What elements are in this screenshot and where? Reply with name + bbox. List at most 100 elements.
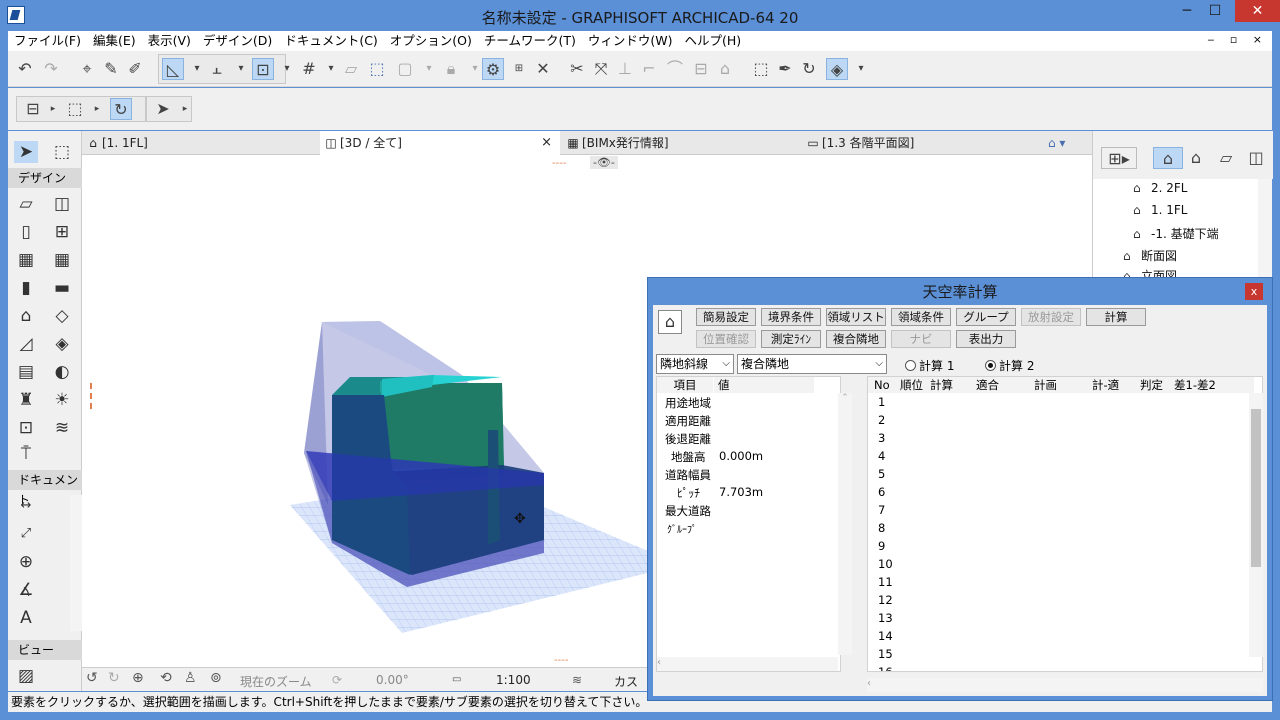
figure-tool-icon[interactable]: ▨: [14, 665, 38, 687]
list-item[interactable]: ｸﾞﾙｰﾌﾟ: [667, 521, 697, 536]
curtain-wall-icon[interactable]: ◫: [50, 193, 74, 215]
list-item[interactable]: 最大道路: [665, 503, 711, 519]
beam-tool-icon[interactable]: ▬: [50, 277, 74, 299]
list-item[interactable]: ﾋﾟｯﾁ: [677, 485, 700, 501]
table-row[interactable]: 7: [878, 503, 885, 517]
wall-mode-icon[interactable]: ⊟: [22, 98, 44, 120]
dimension-tool-icon[interactable]: ↔: [14, 495, 38, 517]
table-output-button[interactable]: 表出力: [956, 330, 1016, 348]
redo-view-icon[interactable]: ↻: [108, 670, 120, 686]
slab-tool-icon[interactable]: ◇: [50, 305, 74, 327]
undo-icon[interactable]: ↶: [14, 58, 36, 80]
mesh-tool-icon[interactable]: ◈: [50, 333, 74, 355]
angle-value[interactable]: 0.00°: [376, 673, 409, 687]
menu-edit[interactable]: 編集(E): [87, 31, 142, 51]
table-row[interactable]: 10: [878, 557, 893, 571]
extend-icon[interactable]: ⊥: [614, 58, 636, 80]
calculate-button[interactable]: 計算: [1086, 308, 1146, 326]
fillet-icon[interactable]: ⌒: [664, 58, 686, 80]
railing-tool-icon[interactable]: ≋: [50, 417, 74, 439]
menu-options[interactable]: オプション(O): [384, 31, 478, 51]
table-row[interactable]: 11: [878, 575, 893, 589]
neighbor-type-select[interactable]: 複合隣地 ⌵: [737, 354, 887, 374]
scale-value[interactable]: 1:100: [496, 673, 531, 687]
lamp-tool-icon[interactable]: ☀: [50, 389, 74, 411]
level-dimension-icon[interactable]: ⤢: [14, 523, 38, 545]
table-row[interactable]: 2: [878, 413, 885, 427]
corner-icon[interactable]: ⌐: [638, 58, 660, 80]
table-row[interactable]: 13: [878, 611, 893, 625]
tab-close-icon[interactable]: ×: [541, 131, 552, 155]
dropdown-icon[interactable]: ▾: [850, 58, 872, 80]
list-item[interactable]: 地盤高: [671, 449, 706, 465]
table-row[interactable]: 5: [878, 467, 885, 481]
table-row[interactable]: 16: [878, 665, 893, 671]
scrollbar-thumb[interactable]: [1251, 409, 1261, 567]
minimize-button[interactable]: ─: [1172, 0, 1202, 22]
menu-design[interactable]: デザイン(D): [197, 31, 278, 51]
trace-icon[interactable]: ▱: [340, 58, 362, 80]
grid-snap-icon[interactable]: ⊡: [252, 58, 274, 80]
region-list-button[interactable]: 領域リスト: [826, 308, 886, 326]
snap-guides-icon[interactable]: ⫠: [206, 58, 228, 80]
injection-icon[interactable]: ✐: [124, 58, 146, 80]
close-button[interactable]: ✕: [1235, 0, 1280, 22]
selection-mode-icon[interactable]: ⬚: [64, 98, 86, 120]
list-item[interactable]: 適用距離: [665, 413, 711, 429]
dropdown-icon[interactable]: ▾: [276, 58, 298, 80]
navigator-mode-icon[interactable]: ⊞▸: [1101, 147, 1137, 169]
list-item[interactable]: 用途地域: [665, 395, 711, 411]
marquee-tool-icon[interactable]: ⬚: [50, 141, 74, 163]
ruler-icon[interactable]: ▭: [452, 674, 461, 685]
grid-tool-icon[interactable]: ▦: [50, 249, 74, 271]
eyedropper-icon[interactable]: ✎: [100, 58, 122, 80]
calc2-radio[interactable]: 計算 2: [985, 357, 1034, 374]
roof-icon[interactable]: ⌂: [714, 58, 736, 80]
3d-view-icon[interactable]: ◈: [826, 58, 848, 80]
redo-icon[interactable]: ↷: [40, 58, 62, 80]
boundary-conditions-button[interactable]: 境界条件: [761, 308, 821, 326]
view-section-header[interactable]: ビュー: [8, 640, 82, 660]
layers-icon[interactable]: ≋: [572, 673, 582, 687]
table-row[interactable]: 3: [878, 431, 885, 445]
lock-icon[interactable]: 🔒︎: [440, 58, 462, 80]
dimension-icon[interactable]: ⊞: [508, 58, 530, 80]
radiation-settings-button[interactable]: 放射設定: [1021, 308, 1081, 326]
tab-layout[interactable]: ▭ [1.3 各階平面図]: [802, 131, 1042, 155]
table-row[interactable]: 9: [878, 539, 885, 553]
grid-icon[interactable]: #: [298, 58, 320, 80]
document-section-header[interactable]: ドキュメント: [8, 470, 82, 507]
rotate-icon[interactable]: ↻: [110, 98, 132, 120]
arrow-tool-icon[interactable]: ➤: [14, 141, 38, 163]
table-hscrollbar[interactable]: ‹: [867, 678, 1263, 692]
nav-item-2fl[interactable]: ⌂ 2. 2FL: [1133, 181, 1188, 195]
table-row[interactable]: 14: [878, 629, 893, 643]
navi-button[interactable]: ナビ: [891, 330, 951, 348]
table-scrollbar[interactable]: [1249, 393, 1263, 657]
select-frame-icon[interactable]: ⬚: [750, 58, 772, 80]
tab-menu-button[interactable]: ⌂ ▾: [1044, 131, 1092, 155]
composite-neighbor-button[interactable]: 複合隣地: [826, 330, 886, 348]
menu-file[interactable]: ファイル(F): [8, 31, 87, 51]
calc1-radio[interactable]: 計算 1: [905, 357, 954, 374]
rotate-view-icon[interactable]: ↺: [86, 670, 98, 686]
menu-teamwork[interactable]: チームワーク(T): [478, 31, 582, 51]
list-scrollbar[interactable]: ⌃: [838, 393, 852, 655]
walk-icon[interactable]: ♙: [184, 670, 197, 686]
column-tool-icon[interactable]: ▦: [14, 249, 38, 271]
angle-icon[interactable]: ⟳: [332, 673, 342, 687]
zoom-level-icon[interactable]: ⊚: [210, 670, 222, 686]
zoom-label[interactable]: 現在のズーム: [240, 673, 312, 690]
label-tool-icon[interactable]: ⍑: [14, 443, 38, 465]
pen-icon[interactable]: ✒: [774, 58, 796, 80]
door-tool-icon[interactable]: ▯: [14, 221, 38, 243]
home-icon[interactable]: ⌂: [658, 310, 682, 334]
dialog-close-button[interactable]: x: [1245, 283, 1263, 300]
region-conditions-button[interactable]: 領域条件: [891, 308, 951, 326]
measure-line-button[interactable]: 測定ﾗｲﾝ: [761, 330, 821, 348]
nav-item-foundation[interactable]: ⌂ -1. 基礎下端: [1133, 225, 1219, 242]
nav-item-elevations[interactable]: ⌂ 立面図: [1123, 267, 1177, 277]
split-icon[interactable]: ⊟: [690, 58, 712, 80]
roof-tool-icon[interactable]: ⌂: [14, 305, 38, 327]
angle-dimension-icon[interactable]: ∡: [14, 579, 38, 601]
